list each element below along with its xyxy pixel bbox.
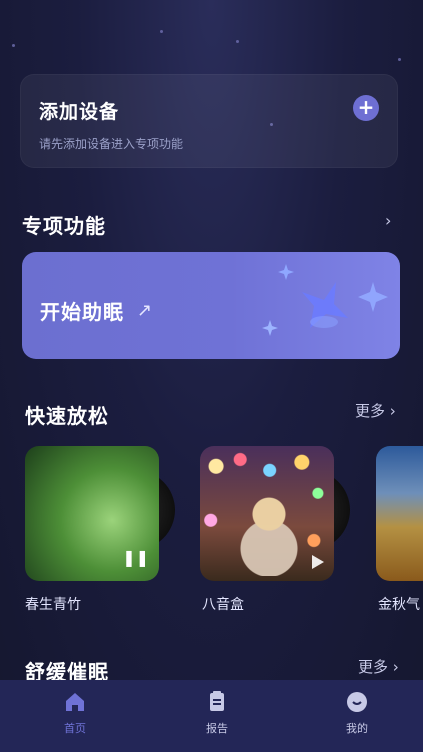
star-decoration: [398, 58, 401, 61]
start-sleep-banner[interactable]: 开始助眠 ↗: [22, 252, 400, 359]
star-decoration: [236, 40, 239, 43]
tab-profile[interactable]: 我的: [307, 690, 407, 736]
quick-relax-card[interactable]: [376, 446, 423, 581]
add-device-subtitle: 请先添加设备进入专项功能: [39, 137, 184, 151]
quick-relax-item-label: 春生青竹: [25, 597, 81, 613]
chevron-right-icon[interactable]: ›: [385, 211, 391, 230]
section-title-special: 专项功能: [22, 214, 106, 238]
tab-home[interactable]: 首页: [25, 690, 125, 736]
report-icon: [210, 691, 224, 711]
hypnosis-more-link[interactable]: 更多 ›: [358, 656, 399, 677]
star-icon: [302, 282, 348, 328]
tab-label-home: 首页: [64, 722, 86, 735]
sparkle-icon: [262, 320, 278, 336]
star-decoration: [12, 44, 15, 47]
sparkle-icon: [278, 264, 294, 280]
plus-icon[interactable]: +: [353, 95, 379, 121]
tab-label-profile: 我的: [346, 722, 368, 735]
arrow-right-icon: ↗: [137, 300, 153, 321]
start-sleep-label: 开始助眠: [40, 300, 124, 324]
home-icon: [66, 693, 84, 711]
angel-figurine-image: [236, 490, 302, 576]
section-title-quick-relax: 快速放松: [25, 404, 109, 428]
play-icon[interactable]: [312, 555, 324, 569]
sun-icon: [358, 282, 388, 312]
tab-report[interactable]: 报告: [167, 690, 267, 736]
quick-relax-card[interactable]: ❚❚: [25, 446, 159, 581]
tab-label-report: 报告: [206, 722, 228, 735]
add-device-card[interactable]: 添加设备 请先添加设备进入专项功能 +: [20, 74, 398, 168]
bottom-tab-bar: 首页 报告 我的: [0, 680, 423, 752]
profile-icon: [347, 692, 367, 712]
quick-relax-item-label: 金秋气: [378, 597, 420, 613]
quick-relax-more-link[interactable]: 更多 ›: [355, 400, 396, 421]
pause-icon[interactable]: ❚❚: [122, 548, 149, 567]
star-decoration: [160, 30, 163, 33]
add-device-title: 添加设备: [39, 101, 120, 123]
quick-relax-card[interactable]: [200, 446, 334, 581]
quick-relax-item-label: 八音盒: [202, 597, 244, 613]
